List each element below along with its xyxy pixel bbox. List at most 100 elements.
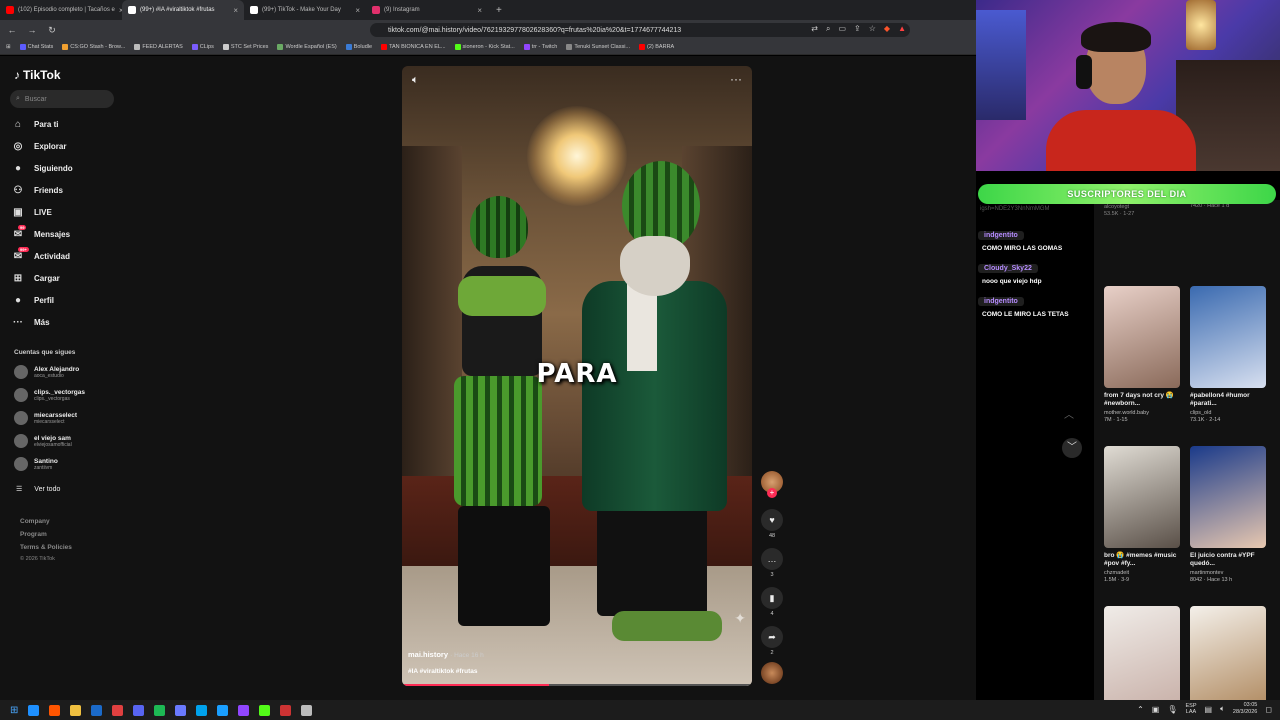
bookmark-item[interactable]: CS:GO Stash - Brow... bbox=[62, 44, 125, 50]
video-title[interactable]: from 7 days not cry 😭#newborn... bbox=[1104, 392, 1182, 408]
browser-tab[interactable]: (99+) TikTok - Make Your Day × bbox=[244, 0, 366, 20]
windows-start-icon[interactable]: ⊞ bbox=[10, 705, 18, 716]
video-author-line[interactable]: mai.history · Hace 16 h bbox=[408, 650, 484, 659]
taskbar-app-icon[interactable] bbox=[175, 704, 187, 716]
taskbar-app-icon[interactable] bbox=[91, 704, 103, 716]
taskbar-app-icon[interactable] bbox=[70, 704, 82, 716]
nav-item[interactable]: ✉ 99+ Actividad bbox=[12, 247, 70, 263]
video-user[interactable]: mother.world.baby bbox=[1104, 410, 1182, 416]
bookmark-item[interactable]: Chat Stats bbox=[19, 44, 53, 50]
footer-link[interactable]: Company bbox=[20, 518, 50, 525]
nav-item[interactable]: ✉ 99 Mensajes bbox=[12, 225, 70, 241]
video-user[interactable]: clips_old bbox=[1190, 410, 1268, 416]
taskbar-app-icon[interactable] bbox=[196, 704, 208, 716]
previous-video-icon[interactable]: ︿ bbox=[1064, 406, 1074, 421]
heart-icon[interactable]: ♥ bbox=[761, 509, 783, 531]
sound-disc[interactable] bbox=[761, 662, 783, 684]
bookmark-item[interactable]: FEED ALERTAS bbox=[134, 44, 183, 50]
video-user[interactable]: chzmadeit bbox=[1104, 570, 1182, 576]
nav-item[interactable]: ⚇ Friends bbox=[12, 183, 63, 197]
following-account[interactable]: Santino zantiivm bbox=[14, 455, 58, 473]
forward-icon[interactable]: → bbox=[26, 25, 38, 35]
video-user[interactable]: alcoyotegt bbox=[1104, 204, 1182, 210]
volume-tray-icon[interactable]: 🔈︎ bbox=[1220, 704, 1225, 714]
bookmark-item[interactable]: trr - Twitch bbox=[523, 44, 557, 50]
taskbar-app-icon[interactable] bbox=[133, 704, 145, 716]
browser-tab[interactable]: (99+) #IA #viraltiktok #frutas × bbox=[122, 0, 244, 20]
video-title[interactable]: #pabellon4 #humor #parati... bbox=[1190, 392, 1268, 408]
bookmark-item[interactable]: Boludle bbox=[345, 44, 372, 50]
more-options-icon[interactable]: ··· bbox=[730, 72, 742, 86]
tray-app-icon[interactable]: ▣ bbox=[1152, 705, 1160, 714]
video-thumbnail[interactable] bbox=[1190, 606, 1266, 708]
brave-shield-icon[interactable]: ◆ bbox=[884, 24, 890, 34]
new-tab-button[interactable]: + bbox=[488, 5, 510, 16]
action-heart[interactable]: ♥ 48 bbox=[761, 509, 783, 539]
bookmark-item[interactable]: sioneron - Kick Stat... bbox=[454, 44, 515, 50]
taskbar-app-icon[interactable] bbox=[112, 704, 124, 716]
recommended-video[interactable] bbox=[1104, 606, 1182, 708]
following-account[interactable]: el viejo sam elviejosamofficial bbox=[14, 432, 72, 450]
install-icon[interactable]: ▭ bbox=[838, 24, 846, 34]
video-title[interactable]: El juicio contra #YPF quedó... bbox=[1190, 552, 1268, 568]
nav-item[interactable]: ● Siguiendo bbox=[12, 161, 73, 175]
taskbar-app-icon[interactable] bbox=[28, 704, 40, 716]
bookmark-item[interactable]: (2) BARRA bbox=[639, 44, 674, 50]
video-progress-bar[interactable] bbox=[402, 684, 752, 686]
recommended-video[interactable] bbox=[1190, 606, 1268, 708]
translate-icon[interactable]: ⇄ bbox=[811, 24, 818, 34]
video-player[interactable]: PARA 🔈︎ ··· ✦ mai.history · Hace 16 h #I… bbox=[402, 66, 752, 686]
video-thumbnail[interactable] bbox=[1104, 446, 1180, 548]
recommended-video[interactable]: from 7 days not cry 😭#newborn... mother.w… bbox=[1104, 286, 1182, 423]
share-page-icon[interactable]: ⇪ bbox=[854, 24, 861, 34]
comment-icon[interactable]: … bbox=[761, 548, 783, 570]
language-indicator[interactable]: ESP LAA bbox=[1186, 703, 1197, 715]
following-account[interactable]: clips._vectorgas clips._vectorgas bbox=[14, 386, 85, 404]
star-icon[interactable]: ☆ bbox=[869, 24, 876, 34]
video-thumbnail[interactable] bbox=[1190, 446, 1266, 548]
video-title[interactable]: bro 😭 #memes #music #pov #fy... bbox=[1104, 552, 1182, 568]
follow-plus-icon[interactable]: + bbox=[767, 488, 777, 498]
video-author[interactable]: mai.history bbox=[408, 650, 448, 659]
taskbar-app-icon[interactable] bbox=[49, 704, 61, 716]
bookmark-item[interactable]: Tenuki Sunset Classi... bbox=[566, 44, 630, 50]
bookmark-item[interactable]: Wordle Español (ES) bbox=[277, 44, 337, 50]
brave-rewards-icon[interactable]: ▲ bbox=[898, 24, 906, 34]
nav-item[interactable]: ··· Más bbox=[12, 315, 50, 329]
tab-close-icon[interactable]: × bbox=[233, 6, 238, 15]
video-thumbnail[interactable] bbox=[1104, 606, 1180, 708]
zoom-icon[interactable]: ⌕ bbox=[826, 24, 830, 34]
taskbar-app-icon[interactable] bbox=[154, 704, 166, 716]
nav-item[interactable]: ⌂ Para ti bbox=[12, 117, 59, 131]
apps-grid-icon[interactable]: ⊞ bbox=[6, 44, 11, 50]
taskbar-app-icon[interactable] bbox=[238, 704, 250, 716]
browser-tab[interactable]: (9) Instagram × bbox=[366, 0, 488, 20]
network-icon[interactable]: ▤ bbox=[1205, 705, 1213, 714]
recommended-video[interactable]: bro 😭 #memes #music #pov #fy... chzmadeit… bbox=[1104, 446, 1182, 583]
taskbar-app-icon[interactable] bbox=[301, 704, 313, 716]
search-input[interactable]: ⌕ Buscar bbox=[10, 90, 114, 108]
see-all-button[interactable]: ☰ Ver todo bbox=[16, 485, 60, 494]
footer-link[interactable]: Terms & Policies bbox=[20, 544, 72, 551]
bookmark-item[interactable]: CLips bbox=[191, 44, 214, 50]
next-video-icon[interactable]: ﹀ bbox=[1062, 438, 1082, 458]
recommended-video[interactable]: #pabellon4 #humor #parati... clips_old 73.… bbox=[1190, 286, 1268, 423]
recommended-video[interactable]: El juicio contra #YPF quedó... martinmont… bbox=[1190, 446, 1268, 583]
clock[interactable]: 03:05 28/3/2026 bbox=[1233, 702, 1257, 716]
volume-icon[interactable]: 🔈︎ bbox=[412, 74, 419, 87]
back-icon[interactable]: ← bbox=[6, 25, 18, 35]
taskbar-app-icon[interactable] bbox=[217, 704, 229, 716]
video-thumbnail[interactable] bbox=[1190, 286, 1266, 388]
bookmark-item[interactable]: TAN BIONICA EN EL... bbox=[381, 44, 446, 50]
share-icon[interactable]: ➦ bbox=[761, 626, 783, 648]
video-thumbnail[interactable] bbox=[1104, 286, 1180, 388]
tab-close-icon[interactable]: × bbox=[355, 6, 360, 15]
action-share[interactable]: ➦ 2 bbox=[761, 626, 783, 656]
nav-item[interactable]: ◎ Explorar bbox=[12, 139, 67, 153]
browser-tab[interactable]: (102) Episodio completo | Tacaños e × bbox=[0, 0, 122, 20]
nav-item[interactable]: ▣ LIVE bbox=[12, 205, 52, 219]
video-caption[interactable]: #IA #viraltiktok #frutas bbox=[408, 668, 477, 675]
action-comment[interactable]: … 3 bbox=[761, 548, 783, 578]
bookmark-item[interactable]: STC Set Prices bbox=[222, 44, 268, 50]
taskbar-app-icon[interactable] bbox=[280, 704, 292, 716]
